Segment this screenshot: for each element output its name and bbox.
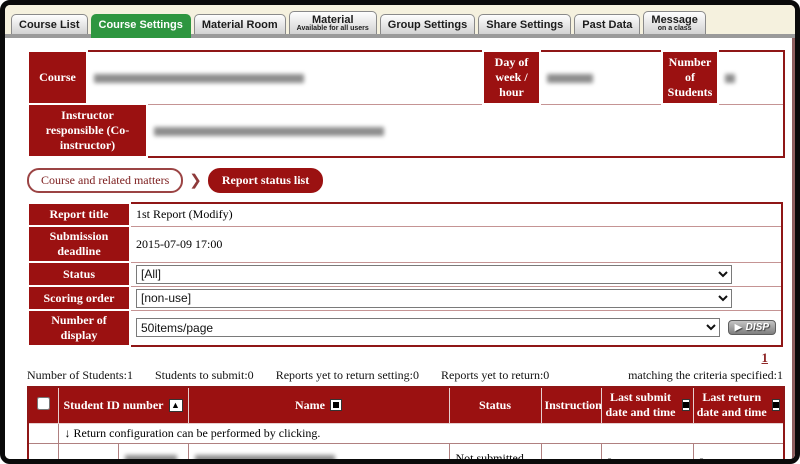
submission-deadline-value: 2015-07-09 17:00 xyxy=(130,226,782,262)
redacted-student-id xyxy=(125,455,177,464)
day-of-week-label: Day of week / hour xyxy=(483,51,540,104)
stat-reports-yet-return: Reports yet to return:0 xyxy=(441,368,549,383)
number-of-display-select[interactable]: 50items/page xyxy=(136,318,720,337)
row-instruction xyxy=(541,443,601,464)
last-submit-sort-toggle-icon[interactable] xyxy=(682,399,690,411)
redacted-instructor-name xyxy=(154,127,384,136)
tab-material-sublabel: Available for all users xyxy=(297,25,369,32)
report-status-table: Student ID number ▲ Name Status Instruct… xyxy=(27,386,785,464)
tab-past-data[interactable]: Past Data xyxy=(574,14,640,34)
tab-material[interactable]: Material Available for all users xyxy=(289,11,377,34)
number-of-students-label: Number of Students xyxy=(662,51,718,104)
stat-students-to-submit: Students to submit:0 xyxy=(155,368,254,383)
tab-group-settings[interactable]: Group Settings xyxy=(380,14,475,34)
chevron-right-icon: ❯ xyxy=(189,171,202,190)
student-name-cell xyxy=(188,443,449,464)
row-checkbox-cell[interactable] xyxy=(28,443,58,464)
report-filter-form: Report title 1st Report (Modify) Submiss… xyxy=(27,202,783,347)
play-icon: ▶ xyxy=(735,322,742,333)
col-last-submit-label: Last submit date and time xyxy=(605,390,677,420)
select-all-checkbox[interactable] xyxy=(37,397,50,410)
tab-bar: Course List Course Settings Material Roo… xyxy=(5,5,795,38)
stats-line: Number of Students:1 Students to submit:… xyxy=(27,368,783,383)
disp-button[interactable]: ▶DISP xyxy=(728,320,776,335)
page-content: Course Day of week / hour Number of Stud… xyxy=(5,38,795,462)
student-row: Not submitted - - xyxy=(28,443,784,464)
name-sort-toggle-icon[interactable] xyxy=(330,399,342,411)
tab-course-settings[interactable]: Course Settings xyxy=(91,14,191,34)
sort-asc-icon[interactable]: ▲ xyxy=(169,399,183,412)
breadcrumb: Course and related matters ❯ Report stat… xyxy=(27,168,782,193)
tab-share-settings[interactable]: Share Settings xyxy=(478,14,571,34)
col-status-label: Status xyxy=(449,387,541,423)
redacted-course-name xyxy=(94,74,304,83)
tab-message[interactable]: Message on a class xyxy=(643,11,705,34)
redacted-student-count xyxy=(725,74,735,83)
note-row-spacer xyxy=(28,423,58,443)
stat-reports-yet-return-setting: Reports yet to return setting:0 xyxy=(276,368,419,383)
tab-material-room[interactable]: Material Room xyxy=(194,14,286,34)
breadcrumb-course-matters[interactable]: Course and related matters xyxy=(27,168,183,193)
course-info-table: Course Day of week / hour Number of Stud… xyxy=(27,50,785,158)
tab-course-list[interactable]: Course List xyxy=(11,14,88,34)
last-return-sort-toggle-icon[interactable] xyxy=(772,399,780,411)
status-select[interactable]: [All] xyxy=(136,265,732,284)
redacted-student-name xyxy=(195,455,335,464)
submission-deadline-label: Submission deadline xyxy=(28,226,130,262)
report-title-value: 1st Report (Modify) xyxy=(130,203,782,226)
row-last-submit: - xyxy=(601,443,693,464)
tab-message-sublabel: on a class xyxy=(651,25,697,32)
number-of-display-label: Number of display xyxy=(28,310,130,346)
return-config-note: ↓ Return configuration can be performed … xyxy=(58,423,784,443)
breadcrumb-report-status-list: Report status list xyxy=(208,168,323,193)
stat-number-of-students: Number of Students:1 xyxy=(27,368,133,383)
instructor-label: Instructor responsible (Co-instructor) xyxy=(28,104,147,157)
student-id-cell xyxy=(118,443,188,464)
scoring-order-label: Scoring order xyxy=(28,286,130,310)
row-status: Not submitted xyxy=(449,443,541,464)
scoring-order-select[interactable]: [non-use] xyxy=(136,289,732,308)
stat-matching-criteria: matching the criteria specified:1 xyxy=(628,368,783,383)
report-title-label: Report title xyxy=(28,203,130,226)
instructor-value-cell xyxy=(147,104,784,157)
redacted-day-of-week xyxy=(547,74,593,83)
return-config-cell[interactable] xyxy=(58,443,118,464)
col-instruction-label: Instruction xyxy=(541,387,601,423)
page-number-link-top[interactable]: 1 xyxy=(762,350,769,365)
col-student-id-label: Student ID number xyxy=(63,398,163,413)
col-name-label: Name xyxy=(295,398,325,413)
app-window: Course List Course Settings Material Roo… xyxy=(0,0,800,464)
status-label: Status xyxy=(28,262,130,286)
day-of-week-value-cell xyxy=(540,51,662,104)
row-last-return: - xyxy=(693,443,784,464)
course-label: Course xyxy=(28,51,87,104)
col-last-return-label: Last return date and time xyxy=(697,390,768,420)
number-of-students-value-cell xyxy=(718,51,784,104)
course-value-cell xyxy=(87,51,483,104)
